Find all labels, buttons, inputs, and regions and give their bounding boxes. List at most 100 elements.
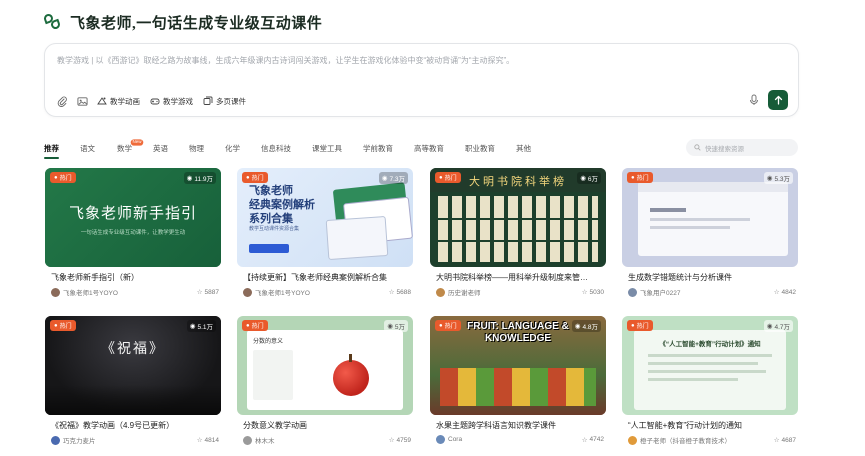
author-name: 历史谢老师 [448, 290, 481, 297]
avatar [628, 287, 637, 297]
star-icon: ☆ [581, 436, 588, 444]
avatar [628, 435, 637, 445]
header: 飞象老师,一句话生成专业级互动课件 [42, 12, 323, 33]
view-count: ◉ 5.1万 [186, 320, 216, 332]
search-input[interactable]: 快速搜索资源 [686, 139, 798, 156]
fire-icon: ● [631, 322, 635, 329]
card-title[interactable]: 大明书院科举榜——用科举升级制度来管… [436, 272, 604, 283]
tab-label: 数学 [117, 144, 132, 153]
course-card[interactable]: 飞象老师新手指引 一句话生成专业级互动课件，让教学更生动 ● 热门 ◉ 11.9万 … [45, 168, 221, 298]
eye-icon: ◉ [189, 323, 196, 330]
course-card[interactable]: ● 热门 ◉ 5.3万 生成数学错题统计与分析课件 飞象用户0227 ☆ 4842 [622, 168, 798, 298]
course-card[interactable]: 大明书院科举榜 ● 热门 ◉ 6万 大明书院科举榜——用科举升级制度来管… 历史谢老… [430, 168, 606, 298]
send-button[interactable] [768, 90, 788, 110]
thumb-title: 《祝福》 [101, 342, 165, 357]
tab-preschool[interactable]: 学前教育 [363, 143, 393, 155]
card-thumbnail[interactable]: FRUIT: LANGUAGE & KNOWLEDGE ● 热门 ◉ 4.8万 [430, 316, 606, 415]
tab-vocational[interactable]: 职业教育 [465, 143, 495, 155]
card-title[interactable]: 生成数学错题统计与分析课件 [628, 272, 796, 283]
like-count: ☆ 4687 [773, 436, 796, 445]
hot-badge: ● 热门 [435, 320, 461, 331]
card-thumbnail[interactable]: ● 热门 ◉ 5.3万 [622, 168, 798, 267]
tab-higher-education[interactable]: 高等教育 [414, 143, 444, 155]
tab-math[interactable]: 数学 New [117, 139, 144, 155]
animation-icon [97, 97, 107, 105]
gamepad-icon [150, 98, 160, 105]
thumb-title-3: 系列合集 [249, 213, 293, 225]
fire-icon: ● [246, 322, 250, 329]
microphone-icon[interactable] [746, 92, 762, 108]
like-count: ☆ 4842 [773, 288, 796, 297]
view-count: ◉ 5.3万 [763, 172, 793, 184]
course-card[interactable]: FRUIT: LANGUAGE & KNOWLEDGE ● 热门 ◉ 4.8万 水果… [430, 316, 606, 446]
tab-chemistry[interactable]: 化学 [225, 143, 240, 155]
card-thumbnail[interactable]: 飞象老师新手指引 一句话生成专业级互动课件，让教学更生动 ● 热门 ◉ 11.9万 [45, 168, 221, 267]
tab-recommended[interactable]: 推荐 [44, 143, 59, 159]
card-thumbnail[interactable]: 飞象老师 经典案例解析 系列合集 教学互动课件资源合集 ● 热门 ◉ 7.3万 [237, 168, 413, 267]
tab-english[interactable]: 英语 [153, 143, 168, 155]
thumb-button [249, 244, 289, 253]
tab-physics[interactable]: 物理 [189, 143, 204, 155]
card-thumbnail[interactable]: 分数的意义 ● 热门 ◉ 5万 [237, 316, 413, 415]
prompt-input[interactable]: 教学游戏 | 以《西游记》取经之路为故事线，生成六年级课内古诗词闯关游戏，让学生… [57, 55, 514, 66]
course-card[interactable]: 《“人工智能+教育”行动计划》通知 ● 热门 ◉ 4.7万 “人工智能+教育”行动计… [622, 316, 798, 446]
fire-icon: ● [54, 322, 58, 329]
author-name: 飞象老师1号YOYO [63, 290, 118, 297]
card-thumbnail[interactable]: 大明书院科举榜 ● 热门 ◉ 6万 [430, 168, 606, 267]
course-card[interactable]: 《祝福》 ● 热门 ◉ 5.1万 《祝福》教学动画（4.9号已更新） 巧克力麦片 ☆… [45, 316, 221, 446]
avatar [51, 287, 60, 297]
thumb-title: 飞象老师新手指引 [68, 206, 197, 222]
eye-icon: ◉ [387, 323, 393, 330]
view-count: ◉ 6万 [577, 172, 601, 184]
card-meta: 巧克力麦片 ☆ 4814 [51, 435, 219, 445]
image-icon[interactable] [75, 94, 89, 108]
card-title[interactable]: 水果主题跨学科语言知识教学课件 [436, 420, 604, 431]
card-title[interactable]: 《祝福》教学动画（4.9号已更新） [51, 420, 219, 431]
page-title: 飞象老师,一句话生成专业级互动课件 [70, 16, 323, 32]
chip-teaching-game[interactable]: 教学游戏 [148, 93, 195, 109]
hot-badge: ● 热门 [50, 172, 76, 183]
eye-icon: ◉ [766, 175, 773, 182]
card-meta: 林木木 ☆ 4759 [243, 435, 411, 445]
card-meta: 橙子老师（抖音橙子教育技术） ☆ 4687 [628, 435, 796, 445]
hot-badge: ● 热门 [242, 320, 268, 331]
hot-badge: ● 热门 [242, 172, 268, 183]
like-count: ☆ 4742 [581, 436, 604, 444]
card-title[interactable]: “人工智能+教育”行动计划的通知 [628, 420, 796, 431]
logo-icon [42, 12, 62, 32]
fire-icon: ● [54, 174, 58, 181]
chip-teaching-animation[interactable]: 教学动画 [95, 93, 142, 109]
fire-icon: ● [246, 174, 250, 181]
tab-chinese[interactable]: 语文 [80, 143, 95, 155]
course-card[interactable]: 分数的意义 ● 热门 ◉ 5万 分数意义教学动画 林木木 ☆ 4759 [237, 316, 413, 446]
view-count: ◉ 11.9万 [183, 172, 216, 184]
view-count: ◉ 7.3万 [378, 172, 408, 184]
card-title[interactable]: 【持续更新】飞象老师经典案例解析合集 [243, 272, 411, 283]
like-count: ☆ 5688 [388, 288, 411, 297]
card-title[interactable]: 分数意义教学动画 [243, 420, 411, 431]
attachment-icon[interactable] [55, 94, 69, 108]
author-name: 飞象老师1号YOYO [255, 290, 310, 297]
arrow-up-icon [774, 95, 782, 105]
apple-icon [333, 360, 369, 396]
thumb-screen [325, 215, 389, 261]
category-tabs: 推荐 语文 数学 New 英语 物理 化学 信息科技 课堂工具 学前教育 高等教育… [44, 139, 531, 159]
card-title[interactable]: 飞象老师新手指引（新） [51, 272, 219, 283]
chip-multi-page[interactable]: 多页课件 [201, 93, 248, 109]
thumb-title-2: KNOWLEDGE [484, 333, 552, 344]
avatar [243, 287, 252, 297]
card-meta: 飞象老师1号YOYO ☆ 5688 [243, 287, 411, 297]
tab-it[interactable]: 信息科技 [261, 143, 291, 155]
tab-other[interactable]: 其他 [516, 143, 531, 155]
card-thumbnail[interactable]: 《“人工智能+教育”行动计划》通知 ● 热门 ◉ 4.7万 [622, 316, 798, 415]
tab-classroom-tools[interactable]: 课堂工具 [312, 143, 342, 155]
card-thumbnail[interactable]: 《祝福》 ● 热门 ◉ 5.1万 [45, 316, 221, 415]
card-meta: 飞象老师1号YOYO ☆ 5887 [51, 287, 219, 297]
eye-icon: ◉ [381, 175, 388, 182]
prompt-box[interactable]: 教学游戏 | 以《西游记》取经之路为故事线，生成六年级课内古诗词闯关游戏，让学生… [44, 43, 799, 117]
eye-icon: ◉ [766, 323, 773, 330]
thumb-fruit-row [440, 368, 596, 406]
new-badge: New [130, 139, 144, 146]
search-placeholder: 快速搜索资源 [705, 145, 744, 153]
course-card[interactable]: 飞象老师 经典案例解析 系列合集 教学互动课件资源合集 ● 热门 ◉ 7.3万 【持… [237, 168, 413, 298]
